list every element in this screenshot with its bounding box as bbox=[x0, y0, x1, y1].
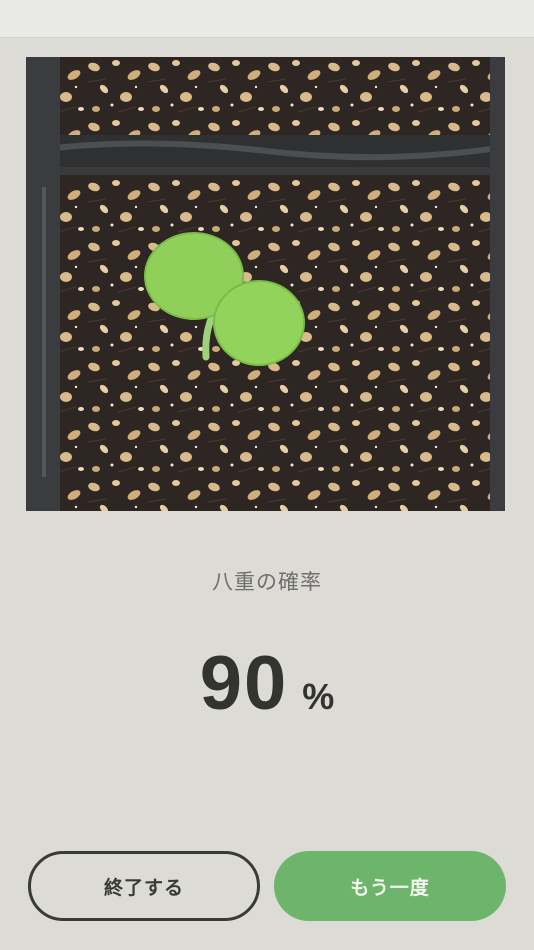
end-button-label: 終了する bbox=[103, 876, 184, 899]
percent-unit: % bbox=[302, 676, 335, 717]
end-button[interactable]: 終了する bbox=[28, 851, 260, 921]
probability-number: 90 bbox=[199, 641, 289, 726]
seedling-photo-image bbox=[26, 57, 505, 511]
top-bar bbox=[0, 0, 534, 38]
retry-button[interactable]: もう一度 bbox=[274, 851, 506, 921]
result-value: 90% bbox=[0, 640, 534, 727]
seedling-photo bbox=[26, 57, 505, 511]
retry-button-label: もう一度 bbox=[350, 876, 430, 899]
result-label: 八重の確率 bbox=[212, 570, 322, 594]
